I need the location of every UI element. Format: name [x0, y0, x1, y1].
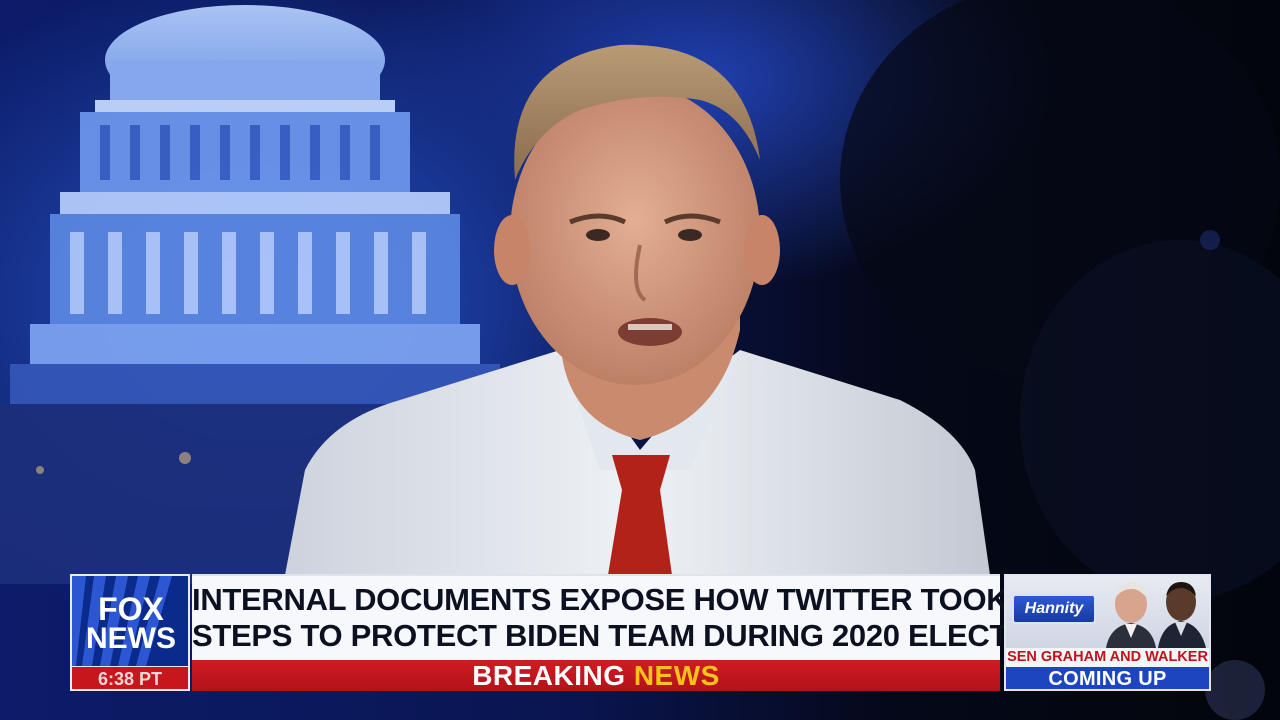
video-frame — [0, 0, 1280, 720]
broadcast-scene — [0, 0, 1280, 720]
background-foliage — [840, 0, 1280, 720]
